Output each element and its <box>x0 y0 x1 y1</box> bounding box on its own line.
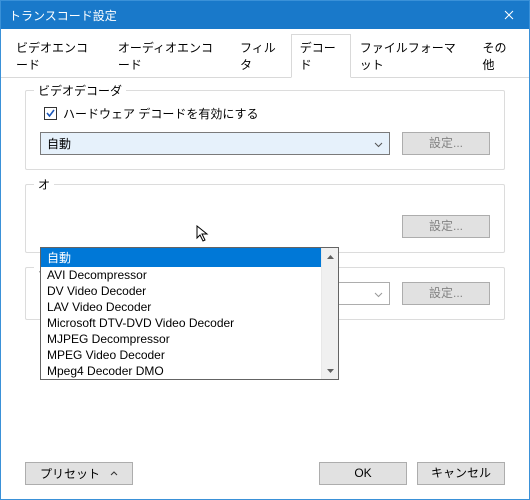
audio-decoder-group: オ 設定... <box>25 184 505 253</box>
settings-window: トランスコード設定 ビデオエンコード オーディオエンコード フィルタ デコード … <box>0 0 530 500</box>
footer: プリセット OK キャンセル <box>1 452 529 499</box>
splitter-settings-button[interactable]: 設定... <box>402 282 490 305</box>
dropdown-option[interactable]: MPEG Video Decoder <box>41 347 338 363</box>
cancel-button[interactable]: キャンセル <box>417 462 505 485</box>
audio-decoder-label: オ <box>34 176 54 193</box>
scroll-up-icon[interactable] <box>322 248 338 265</box>
video-decoder-select[interactable]: 自動 <box>40 132 390 155</box>
scroll-track[interactable] <box>322 265 338 362</box>
tab-other[interactable]: その他 <box>474 34 523 78</box>
hw-decode-label: ハードウェア デコードを有効にする <box>63 105 258 122</box>
dropdown-option[interactable]: DV Video Decoder <box>41 283 338 299</box>
close-icon <box>504 10 514 20</box>
dropdown-option[interactable]: LAV Video Decoder <box>41 299 338 315</box>
checkmark-icon <box>45 108 56 119</box>
chevron-down-icon <box>374 137 383 151</box>
dropdown-scrollbar[interactable] <box>321 248 338 379</box>
dropdown-option[interactable]: Mpeg4 Decoder DMO <box>41 363 338 379</box>
video-decoder-label: ビデオデコーダ <box>34 82 126 99</box>
scroll-down-icon[interactable] <box>322 362 338 379</box>
tab-video-encode[interactable]: ビデオエンコード <box>7 34 109 78</box>
preset-label: プリセット <box>40 465 100 482</box>
dropdown-option[interactable]: 自動 <box>41 248 338 267</box>
ok-button[interactable]: OK <box>319 462 407 485</box>
dropdown-option[interactable]: AVI Decompressor <box>41 267 338 283</box>
video-decoder-group: ビデオデコーダ ハードウェア デコードを有効にする 自動 設定... <box>25 90 505 170</box>
video-decoder-dropdown: 自動 AVI Decompressor DV Video Decoder LAV… <box>40 247 339 380</box>
content-area: ビデオデコーダ ハードウェア デコードを有効にする 自動 設定... オ <box>1 78 529 452</box>
tab-decode[interactable]: デコード <box>291 34 351 78</box>
chevron-down-icon <box>374 287 383 301</box>
window-title: トランスコード設定 <box>9 7 489 24</box>
dropdown-option[interactable]: MJPEG Decompressor <box>41 331 338 347</box>
tab-bar: ビデオエンコード オーディオエンコード フィルタ デコード ファイルフォーマット… <box>1 29 529 78</box>
tab-audio-encode[interactable]: オーディオエンコード <box>109 34 231 78</box>
hw-decode-checkbox[interactable] <box>44 107 57 120</box>
audio-decoder-settings-button[interactable]: 設定... <box>402 215 490 238</box>
hw-decode-row[interactable]: ハードウェア デコードを有効にする <box>44 105 490 122</box>
video-decoder-settings-button[interactable]: 設定... <box>402 132 490 155</box>
close-button[interactable] <box>489 1 529 29</box>
tab-filter[interactable]: フィルタ <box>231 34 291 78</box>
preset-button[interactable]: プリセット <box>25 462 133 485</box>
tab-file-format[interactable]: ファイルフォーマット <box>351 34 474 78</box>
video-decoder-value: 自動 <box>47 135 71 152</box>
chevron-up-icon <box>110 471 118 476</box>
titlebar: トランスコード設定 <box>1 1 529 29</box>
dropdown-option[interactable]: Microsoft DTV-DVD Video Decoder <box>41 315 338 331</box>
